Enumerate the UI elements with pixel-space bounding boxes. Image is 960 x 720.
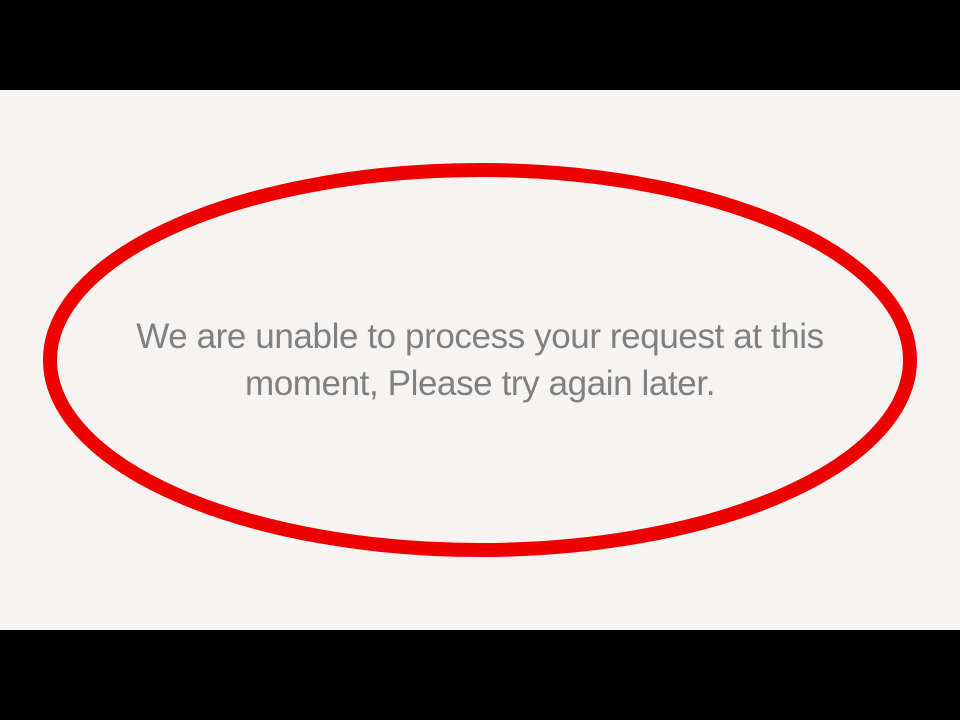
- video-letterbox-bottom: [0, 630, 960, 720]
- video-letterbox-top: [0, 0, 960, 90]
- error-panel: We are unable to process your request at…: [0, 90, 960, 630]
- annotation-wrap: We are unable to process your request at…: [30, 150, 930, 570]
- error-message: We are unable to process your request at…: [136, 313, 824, 408]
- error-message-line2: moment, Please try again later.: [245, 364, 715, 403]
- error-message-line1: We are unable to process your request at…: [136, 317, 824, 356]
